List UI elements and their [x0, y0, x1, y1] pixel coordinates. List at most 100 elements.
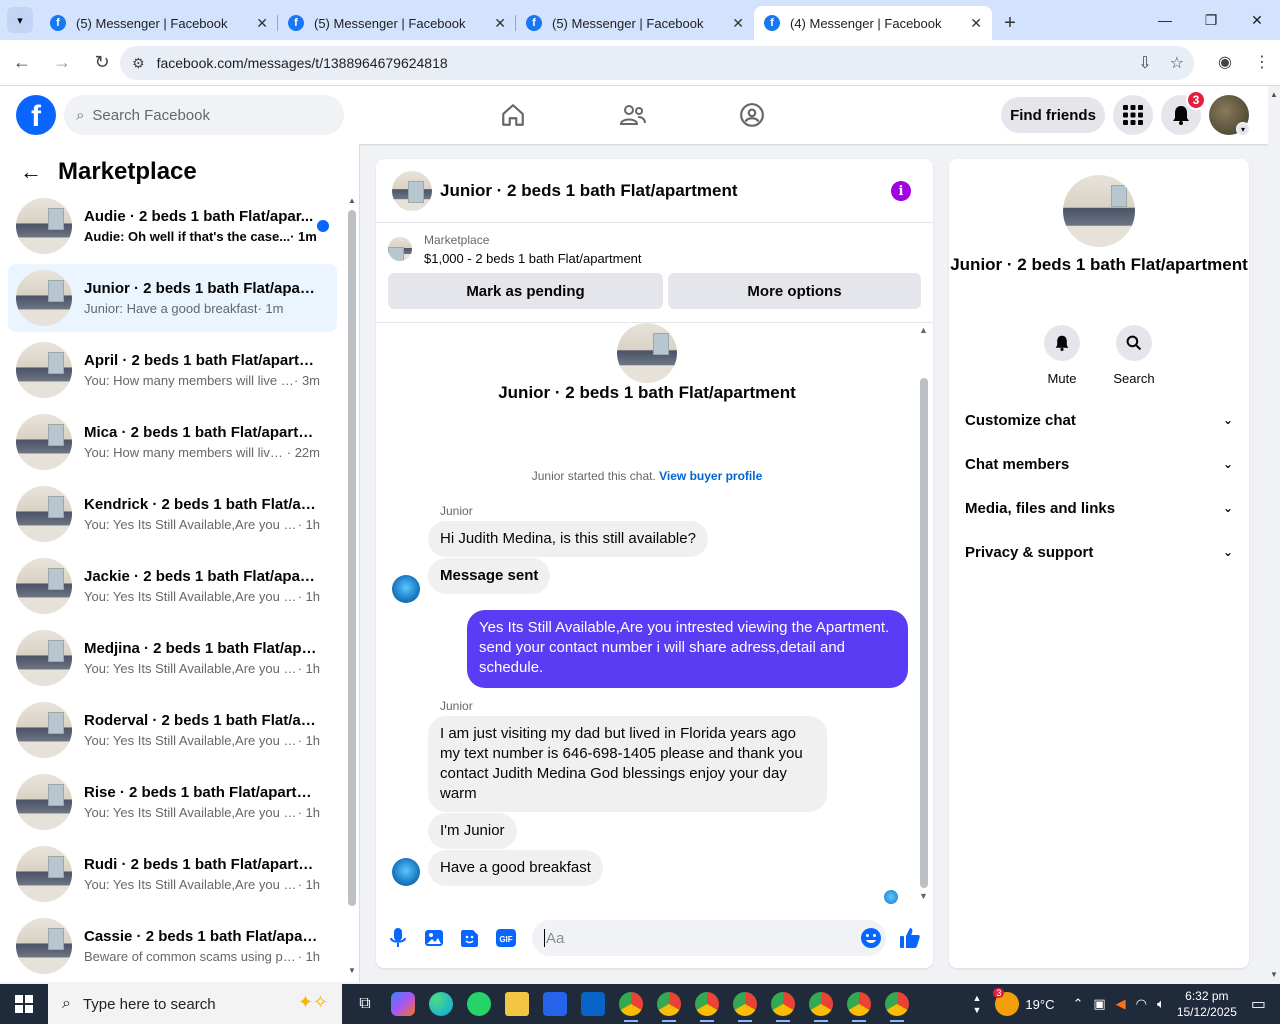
whatsapp-icon[interactable] — [460, 984, 498, 1024]
address-bar[interactable]: ⚙ facebook.com/messages/t/13889646796248… — [120, 46, 1194, 80]
conversation-item[interactable]: Audie · 2 beds 1 bath Flat/apar... Audie:… — [8, 192, 337, 260]
mark-as-pending-button[interactable]: Mark as pending — [388, 273, 663, 309]
mute-button[interactable]: Mute — [1032, 325, 1092, 386]
view-buyer-profile-link[interactable]: View buyer profile — [659, 469, 762, 483]
bookmark-star-icon[interactable]: ☆ — [1170, 53, 1184, 73]
menu-grid-icon[interactable] — [1113, 95, 1153, 135]
speaker-muted-icon[interactable]: ◀ — [1116, 996, 1126, 1012]
conversation-item[interactable]: Rise · 2 beds 1 bath Flat/apartm... You: … — [8, 768, 337, 836]
gif-icon[interactable]: GIF — [494, 926, 518, 950]
weather-icon[interactable]: 3 — [993, 988, 1020, 1016]
incoming-message[interactable]: Hi Judith Medina, is this still availabl… — [428, 521, 708, 557]
chrome-icon[interactable] — [650, 984, 688, 1024]
listing-avatar-large[interactable] — [1063, 175, 1135, 247]
browser-menu-icon[interactable]: ⋮ — [1254, 52, 1270, 72]
site-settings-icon[interactable]: ⚙ — [132, 55, 145, 72]
groups-icon[interactable] — [737, 100, 767, 130]
more-options-button[interactable]: More options — [668, 273, 921, 309]
system-clock[interactable]: 6:32 pm 15/12/2025 — [1177, 988, 1237, 1020]
tab-search-button[interactable]: ▾ — [0, 0, 40, 40]
conversation-item[interactable]: Rudi · 2 beds 1 bath Flat/apartm... You: … — [8, 840, 337, 908]
home-icon[interactable] — [498, 100, 528, 130]
conversation-item[interactable]: Cassie · 2 beds 1 bath Flat/apart... Bewa… — [8, 912, 337, 980]
windows-start-icon[interactable] — [0, 984, 48, 1024]
conversation-item[interactable]: Junior · 2 beds 1 bath Flat/apart... Juni… — [8, 264, 337, 332]
install-app-icon[interactable]: ⇩ — [1138, 53, 1151, 73]
forward-arrow-icon[interactable]: → — [44, 45, 80, 81]
taskbar-search-input[interactable]: ⌕ Type here to search ✦✧ — [48, 984, 342, 1024]
back-arrow-icon[interactable]: ← — [20, 159, 42, 185]
browser-tab-1[interactable]: f (5) Messenger | Facebook ✕ — [40, 6, 278, 40]
conversation-item[interactable]: Jackie · 2 beds 1 bath Flat/apart... You:… — [8, 552, 337, 620]
outgoing-message[interactable]: Yes Its Still Available,Are you intreste… — [467, 610, 908, 688]
sticker-icon[interactable] — [458, 926, 482, 950]
show-hidden-icons-chevron[interactable]: ⌃ — [1072, 996, 1083, 1012]
back-arrow-icon[interactable]: ← — [4, 45, 40, 81]
chrome-icon[interactable] — [878, 984, 916, 1024]
close-tab-icon[interactable]: ✕ — [970, 15, 982, 32]
incoming-message[interactable]: Message sent — [428, 558, 551, 594]
chat-title[interactable]: Junior · 2 beds 1 bath Flat/apartment — [440, 181, 738, 201]
task-view-icon[interactable]: ⧉ — [346, 984, 384, 1024]
browser-tab-3[interactable]: f (5) Messenger | Facebook ✕ — [516, 6, 754, 40]
chrome-icon[interactable] — [764, 984, 802, 1024]
incoming-message[interactable]: I am just visiting my dad but lived in F… — [428, 716, 827, 812]
new-tab-button[interactable]: + — [992, 6, 1028, 40]
chrome-icon[interactable] — [612, 984, 650, 1024]
chat-scrollbar[interactable]: ▲ ▼ — [918, 323, 930, 903]
close-tab-icon[interactable]: ✕ — [732, 15, 744, 32]
customize-chat-section[interactable]: Customize chat ⌄ — [965, 398, 1233, 442]
microphone-icon[interactable] — [386, 926, 410, 950]
chrome-icon[interactable] — [688, 984, 726, 1024]
facebook-search-input[interactable]: ⌕ Search Facebook — [64, 95, 344, 135]
thumbs-up-icon[interactable] — [898, 926, 922, 950]
chrome-icon[interactable] — [726, 984, 764, 1024]
close-tab-icon[interactable]: ✕ — [256, 15, 268, 32]
listing-price[interactable]: $1,000 - 2 beds 1 bath Flat/apartment — [424, 251, 642, 266]
friends-icon[interactable] — [618, 100, 648, 130]
reload-icon[interactable]: ↻ — [84, 45, 120, 81]
store-icon[interactable] — [536, 984, 574, 1024]
sender-avatar[interactable] — [392, 858, 420, 886]
restore-icon[interactable]: ❐ — [1188, 0, 1234, 40]
sender-avatar[interactable] — [392, 575, 420, 603]
chat-members-section[interactable]: Chat members ⌄ — [965, 442, 1233, 486]
photo-icon[interactable] — [422, 926, 446, 950]
minimize-icon[interactable]: — — [1142, 0, 1188, 40]
chrome-icon[interactable] — [840, 984, 878, 1024]
chevron-down-icon[interactable]: ▾ — [1236, 122, 1250, 136]
copilot-icon[interactable] — [384, 984, 422, 1024]
conversation-item[interactable]: Medjina · 2 beds 1 bath Flat/apa... You: … — [8, 624, 337, 692]
conversation-item[interactable]: April · 2 beds 1 bath Flat/apartm... You:… — [8, 336, 337, 404]
taskbar-scroll-icon[interactable]: ▲ ▼ — [972, 992, 981, 1016]
facebook-logo-icon[interactable]: f — [16, 95, 56, 135]
media-files-links-section[interactable]: Media, files and links ⌄ — [965, 486, 1233, 530]
browser-tab-2[interactable]: f (5) Messenger | Facebook ✕ — [278, 6, 516, 40]
conversation-item[interactable]: Mica · 2 beds 1 bath Flat/apartm... You: … — [8, 408, 337, 476]
emoji-icon[interactable] — [859, 926, 883, 950]
conversation-item[interactable]: Kendrick · 2 beds 1 bath Flat/apa... You:… — [8, 480, 337, 548]
info-icon[interactable]: i — [891, 181, 911, 201]
page-scrollbar[interactable]: ▲ ▼ — [1268, 86, 1280, 982]
edge-icon[interactable] — [422, 984, 460, 1024]
search-conversation-button[interactable]: Search — [1104, 325, 1164, 386]
file-explorer-icon[interactable] — [498, 984, 536, 1024]
find-friends-button[interactable]: Find friends — [1001, 97, 1105, 133]
privacy-support-section[interactable]: Privacy & support ⌄ — [965, 530, 1233, 574]
close-window-icon[interactable]: ✕ — [1234, 0, 1280, 40]
profile-icon[interactable]: ◉ — [1218, 52, 1232, 72]
meet-now-icon[interactable]: ▣ — [1093, 996, 1105, 1012]
browser-tab-4-active[interactable]: f (4) Messenger | Facebook ✕ — [754, 6, 992, 40]
network-wifi-icon[interactable]: ◠ — [1136, 996, 1147, 1012]
close-tab-icon[interactable]: ✕ — [494, 15, 506, 32]
conversation-list-scrollbar[interactable]: ▲ ▼ — [347, 196, 357, 976]
notification-center-icon[interactable]: ▭ — [1251, 994, 1266, 1014]
volume-icon[interactable]: 🔈︎ — [1157, 996, 1165, 1012]
chrome-icon[interactable] — [802, 984, 840, 1024]
conversation-item[interactable]: Roderval · 2 beds 1 bath Flat/ap... You: … — [8, 696, 337, 764]
message-input[interactable]: Aa — [532, 920, 886, 956]
outlook-icon[interactable] — [574, 984, 612, 1024]
listing-thumbnail[interactable] — [388, 237, 412, 261]
listing-avatar[interactable] — [392, 170, 432, 211]
incoming-message[interactable]: I'm Junior — [428, 813, 517, 849]
